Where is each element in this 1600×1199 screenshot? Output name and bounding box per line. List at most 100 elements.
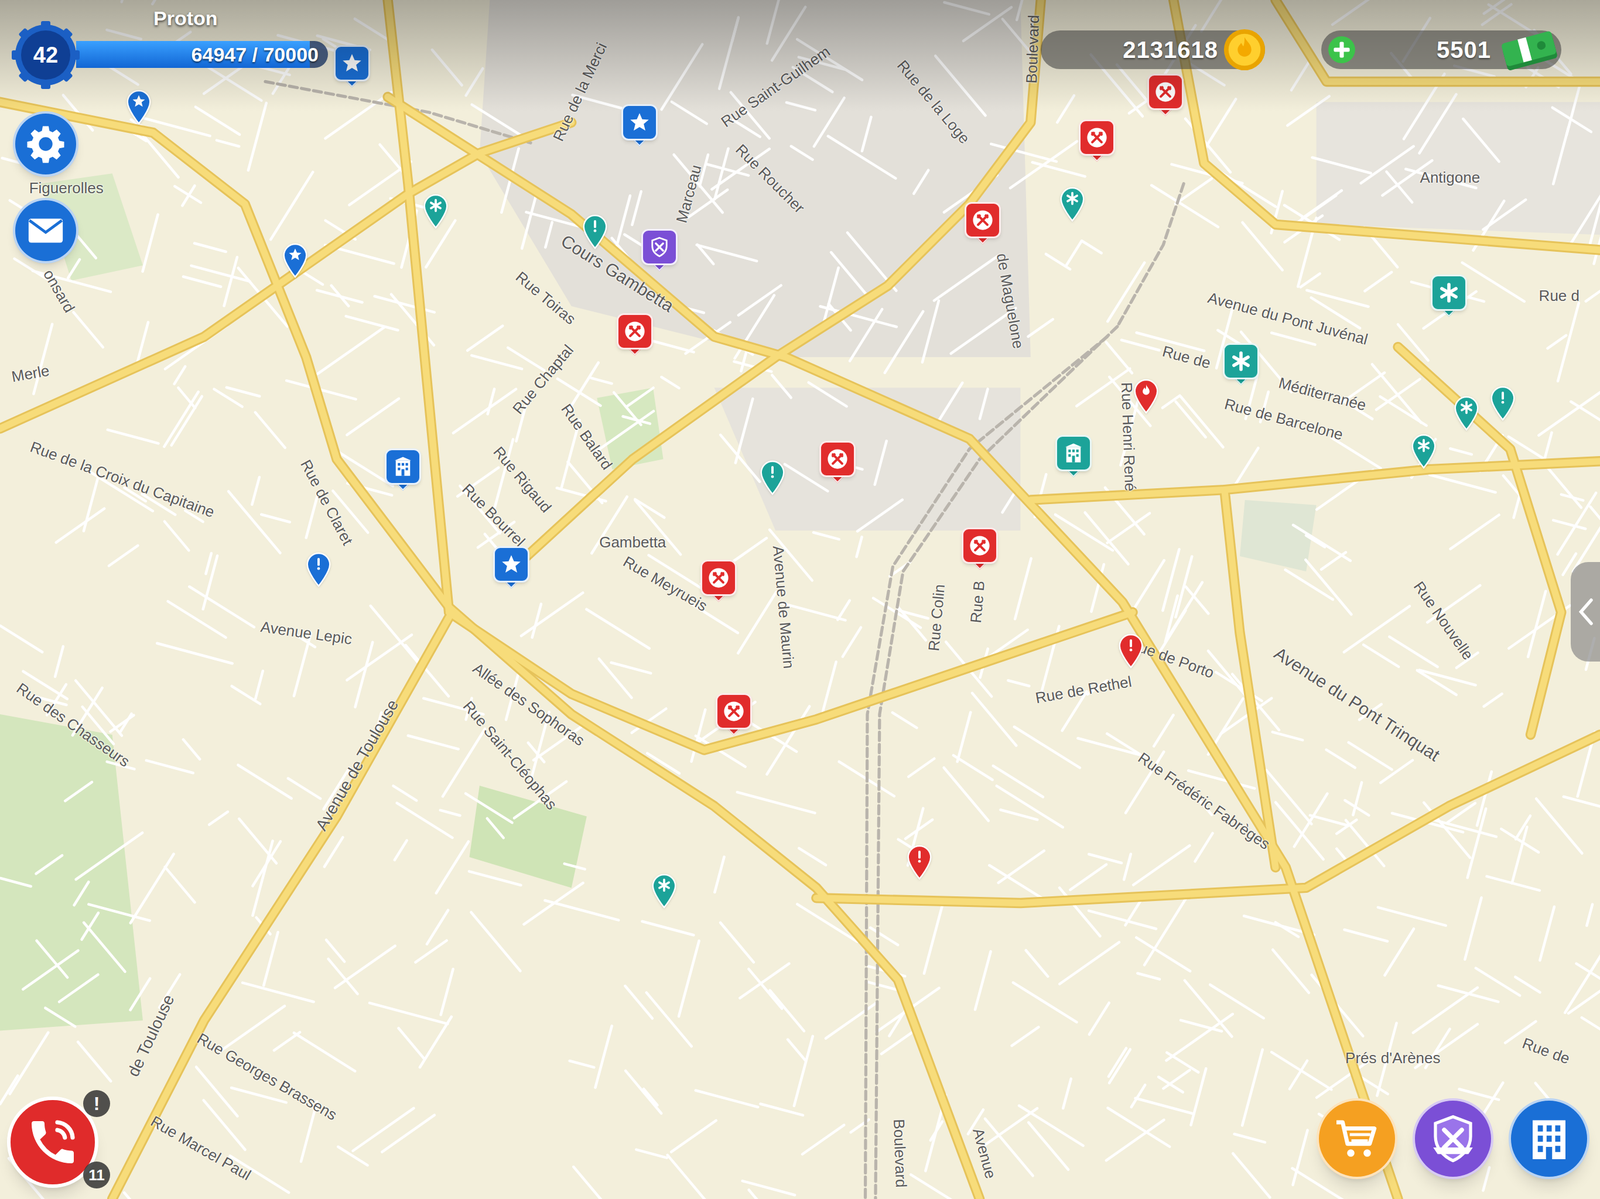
hospital-icon	[1436, 280, 1462, 306]
map-pin[interactable]	[907, 845, 932, 881]
buildings-button[interactable]	[1508, 1098, 1590, 1180]
side-panel-tab[interactable]	[1570, 562, 1600, 662]
street-label: Rue Meyrueis	[620, 554, 710, 615]
street-label: Rue de la Merci	[549, 40, 610, 144]
shop-button[interactable]	[1316, 1098, 1398, 1180]
city-map[interactable]: Rue de la MerciRue Saint-GuilhemRue de l…	[0, 0, 1600, 1199]
plus-icon[interactable]	[1327, 35, 1357, 65]
police-station-icon	[339, 50, 365, 76]
pin-body	[641, 228, 678, 266]
cash-amount: 5501	[1436, 38, 1492, 62]
map-pin[interactable]	[126, 89, 152, 125]
map-pin[interactable]	[306, 552, 331, 588]
map-pin[interactable]	[641, 228, 678, 266]
street-label: Rue Colin	[926, 583, 948, 652]
fire-station-icon	[721, 699, 747, 724]
coin-counter: 2131618	[1040, 30, 1266, 70]
pin-body	[961, 527, 998, 564]
level-number: 42	[33, 43, 58, 67]
street-label: Avenue de Maurin	[770, 545, 797, 670]
police-poi-icon	[286, 246, 304, 263]
fire-station-icon	[1084, 125, 1110, 150]
street-label: Rue Balard	[558, 401, 615, 473]
map-pin[interactable]	[423, 193, 449, 229]
street-label: Boulevard	[1023, 14, 1042, 84]
street-label: onsard	[40, 267, 78, 316]
street-label: Rue de la Loge	[894, 57, 973, 147]
pin-body	[1222, 343, 1260, 380]
street-label: Rue Henri René	[1119, 381, 1138, 492]
street-label: Boulevard	[891, 1119, 909, 1189]
map-pin[interactable]	[819, 440, 856, 478]
street-label: Méditerranée	[1277, 374, 1369, 413]
street-label: Rue des Chasseurs	[14, 679, 133, 769]
map-pin[interactable]	[760, 460, 785, 496]
map-pin[interactable]	[1490, 385, 1516, 422]
pin-body	[384, 448, 422, 485]
map-pin[interactable]	[616, 313, 654, 350]
map-pin[interactable]	[1411, 433, 1437, 470]
map-pin[interactable]	[700, 559, 737, 597]
map-pin[interactable]	[1454, 395, 1479, 432]
hospital-icon	[1228, 349, 1254, 374]
map-pin[interactable]	[582, 214, 608, 250]
street-label: Avenue Lepic	[259, 619, 353, 648]
street-label: de Toulouse	[124, 992, 177, 1080]
street-labels: Rue de la MerciRue Saint-GuilhemRue de l…	[0, 0, 1600, 1199]
fire-station-icon	[706, 565, 731, 591]
map-pin[interactable]	[1060, 186, 1085, 222]
pin-teardrop	[126, 89, 152, 125]
guild-shield-icon	[1426, 1112, 1480, 1166]
settings-button[interactable]	[12, 111, 79, 177]
map-pin[interactable]	[964, 202, 1001, 239]
medical-poi-icon	[655, 877, 673, 894]
alert-icon	[586, 217, 604, 235]
map-pin[interactable]	[1078, 119, 1116, 156]
guild-button[interactable]	[1412, 1098, 1494, 1180]
map-pins	[0, 0, 1600, 1199]
pin-body	[616, 313, 654, 350]
pin-body	[1055, 435, 1092, 472]
map-pin[interactable]	[961, 527, 998, 564]
map-pin[interactable]	[493, 546, 530, 583]
cash-counter: 5501	[1321, 30, 1562, 70]
map-pin[interactable]	[1055, 435, 1092, 472]
map-pin[interactable]	[651, 873, 677, 909]
map-pin[interactable]	[1133, 378, 1159, 415]
alert-icon	[310, 555, 327, 573]
chevron-left-icon	[1576, 597, 1595, 627]
street-label: Rue de Claret	[297, 457, 355, 548]
phone-count-badge: 11	[83, 1161, 111, 1189]
police-station-icon	[627, 110, 652, 135]
street-label: Rue B	[968, 580, 987, 624]
pin-body	[715, 693, 752, 730]
fire-icon	[1137, 382, 1155, 399]
street-label: Rue Georges Brassens	[195, 1030, 340, 1124]
street-label: Rue Rigaud	[490, 443, 555, 516]
phone-alert-text: !	[93, 1094, 101, 1114]
map-pin[interactable]	[282, 243, 308, 279]
coin-icon	[1221, 26, 1268, 73]
street-label: Rue de	[1520, 1036, 1572, 1068]
alert-icon	[1122, 637, 1140, 654]
pin-body	[1147, 73, 1184, 111]
map-pin[interactable]	[621, 104, 658, 141]
map-pin[interactable]	[384, 448, 422, 485]
map-pin[interactable]	[715, 693, 752, 730]
building-icon	[1524, 1114, 1574, 1164]
map-pin[interactable]	[1222, 343, 1260, 380]
alert-icon	[764, 463, 781, 481]
map-pin[interactable]	[333, 45, 371, 82]
alert-icon	[911, 848, 928, 866]
map-pin[interactable]	[1430, 274, 1468, 311]
map-pin[interactable]	[1147, 73, 1184, 111]
map-pin[interactable]	[1118, 633, 1144, 669]
gear-icon	[25, 123, 67, 165]
level-badge[interactable]: 42	[10, 19, 81, 91]
pin-body	[333, 45, 371, 82]
mail-button[interactable]	[12, 197, 79, 264]
hospital-building-icon	[1061, 440, 1086, 466]
street-label: Avenue du Pont Trinquat	[1271, 644, 1444, 765]
player-name: Proton	[153, 8, 218, 29]
alert-icon	[1494, 389, 1511, 406]
